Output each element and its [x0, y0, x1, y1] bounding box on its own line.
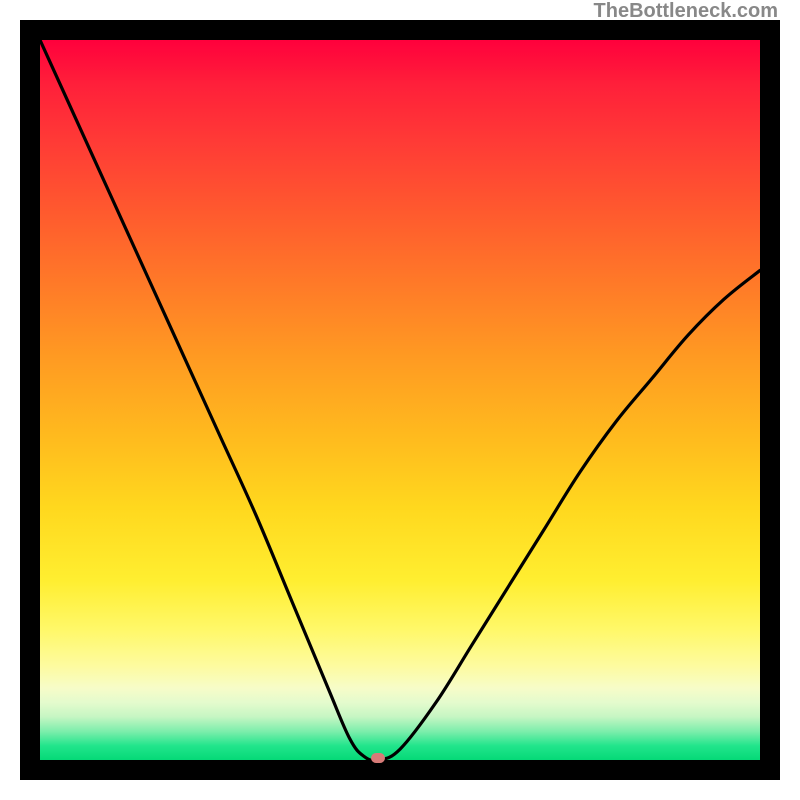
trough-marker — [371, 753, 385, 763]
curve-line — [40, 40, 760, 760]
chart-container: TheBottleneck.com — [0, 0, 800, 800]
plot-area — [20, 20, 780, 780]
